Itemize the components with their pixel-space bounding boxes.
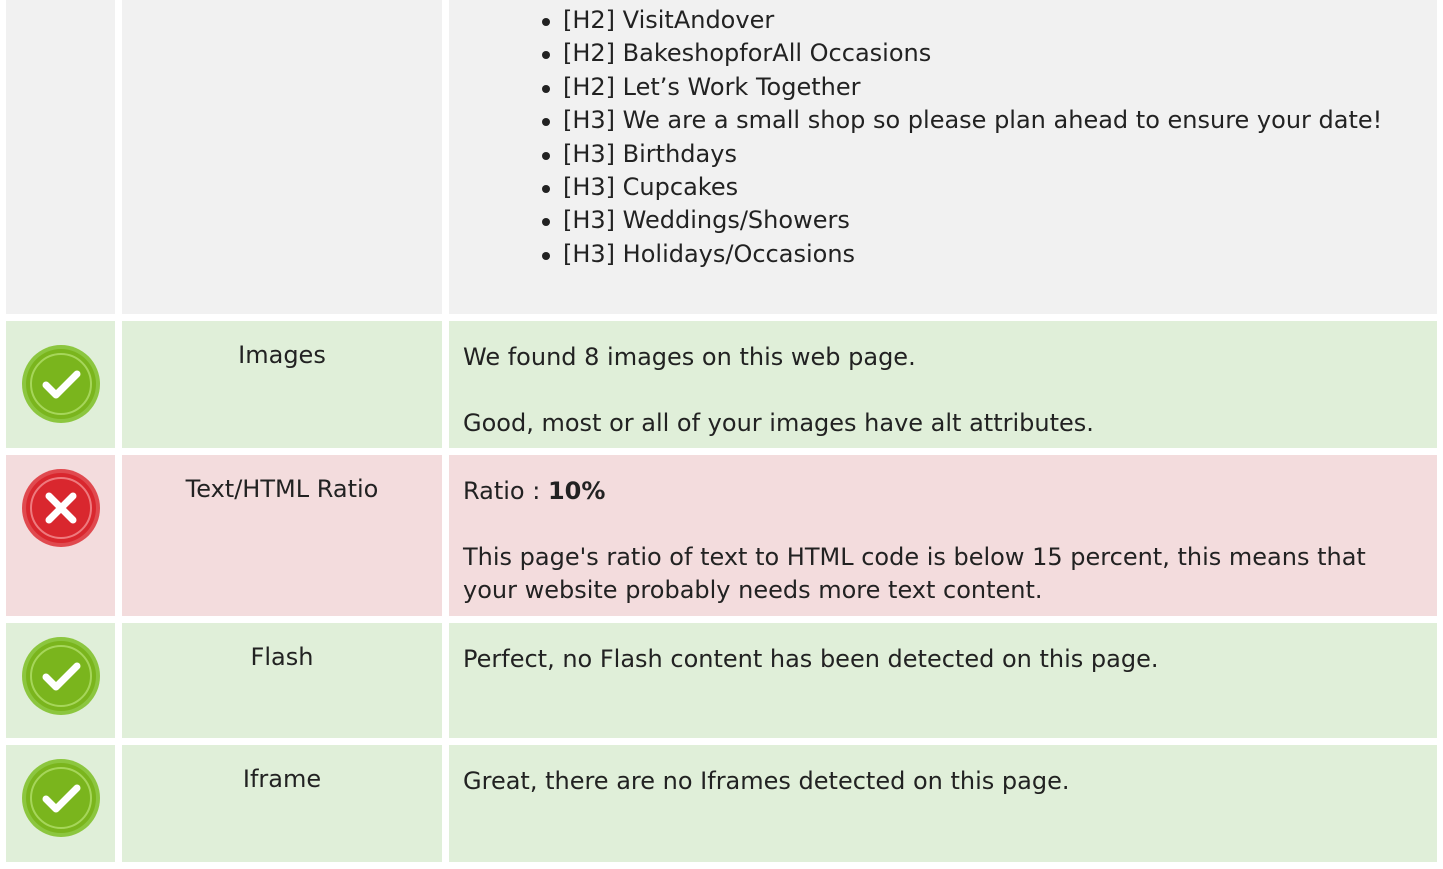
images-count-text: We found 8 images on this web page. [463, 343, 916, 371]
iframe-label: Iframe [122, 745, 442, 862]
heading-item: [H3] Weddings/Showers [539, 204, 1423, 237]
flash-status-cell [6, 623, 115, 738]
images-description: We found 8 images on this web page. Good… [449, 321, 1437, 448]
cross-circle-icon [22, 469, 100, 547]
ratio-prefix: Ratio : [463, 477, 548, 505]
iframe-row: Iframe Great, there are no Iframes detec… [6, 745, 1437, 862]
flash-label: Flash [122, 623, 442, 738]
images-alt-text: Good, most or all of your images have al… [463, 409, 1094, 437]
check-circle-icon [22, 759, 100, 837]
ratio-line: Ratio : 10% [463, 475, 1423, 508]
ratio-value: 10% [547, 477, 606, 505]
heading-item: [H3] Cupcakes [539, 171, 1423, 204]
images-status-cell [6, 321, 115, 448]
heading-item: [H2] BakeshopforAll Occasions [539, 37, 1423, 70]
images-label: Images [122, 321, 442, 448]
ratio-status-cell [6, 455, 115, 616]
heading-item: [H3] We are a small shop so please plan … [539, 104, 1423, 137]
check-circle-icon [22, 637, 100, 715]
ratio-row: Text/HTML Ratio Ratio : 10% This page's … [6, 455, 1437, 616]
ratio-description: Ratio : 10% This page's ratio of text to… [449, 455, 1437, 616]
check-circle-icon [22, 345, 100, 423]
flash-row: Flash Perfect, no Flash content has been… [6, 623, 1437, 738]
heading-item: [H2] Let’s Work Together [539, 71, 1423, 104]
headings-row: [H2] VisitAndover [H2] BakeshopforAll Oc… [6, 0, 1437, 314]
iframe-description: Great, there are no Iframes detected on … [449, 745, 1437, 862]
ratio-label: Text/HTML Ratio [122, 455, 442, 616]
headings-desc-cell: [H2] VisitAndover [H2] BakeshopforAll Oc… [449, 0, 1437, 314]
flash-description: Perfect, no Flash content has been detec… [449, 623, 1437, 738]
iframe-status-cell [6, 745, 115, 862]
images-row: Images We found 8 images on this web pag… [6, 321, 1437, 448]
iframe-text: Great, there are no Iframes detected on … [463, 767, 1070, 795]
heading-item: [H2] VisitAndover [539, 4, 1423, 37]
headings-status-cell [6, 0, 115, 314]
flash-text: Perfect, no Flash content has been detec… [463, 645, 1159, 673]
seo-report: [H2] VisitAndover [H2] BakeshopforAll Oc… [6, 0, 1437, 869]
heading-item: [H3] Holidays/Occasions [539, 238, 1423, 271]
ratio-advice-text: This page's ratio of text to HTML code i… [463, 543, 1366, 604]
heading-item: [H3] Birthdays [539, 138, 1423, 171]
headings-label-cell [122, 0, 442, 314]
headings-list: [H2] VisitAndover [H2] BakeshopforAll Oc… [463, 4, 1423, 271]
